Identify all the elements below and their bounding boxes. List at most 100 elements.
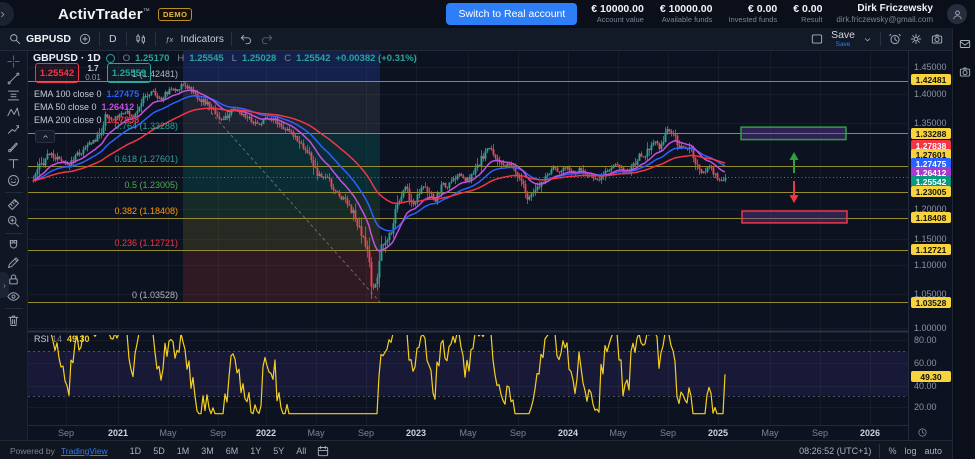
xabcd-pattern-tool[interactable] bbox=[2, 104, 26, 121]
chart-type-candles-icon[interactable] bbox=[134, 32, 148, 46]
price-badge: 1.33288 bbox=[911, 128, 951, 139]
range-6m-button[interactable]: 6M bbox=[222, 444, 243, 458]
user-email: dirk.friczewsky@gmail.com bbox=[836, 15, 933, 25]
time-axis-label: 2022 bbox=[256, 428, 276, 438]
open-value: 1.25170 bbox=[135, 53, 169, 64]
range-1y-button[interactable]: 1Y bbox=[246, 444, 265, 458]
envelope-icon[interactable] bbox=[958, 37, 972, 51]
open-label: O bbox=[123, 53, 130, 64]
fib-level-label: 0 (1.03528) bbox=[28, 290, 178, 300]
fib-retracement-tool[interactable] bbox=[2, 87, 26, 104]
time-axis[interactable]: Sep2021MaySep2022MaySep2023MaySep2024May… bbox=[28, 425, 908, 441]
price-axis-label: 20.00 bbox=[914, 402, 937, 412]
powered-by-label: Powered by bbox=[10, 446, 55, 456]
low-value: 1.25028 bbox=[242, 53, 276, 64]
trend-line-tool[interactable] bbox=[2, 70, 26, 87]
time-axis-label: May bbox=[459, 428, 476, 438]
symbol-label: GBPUSD bbox=[26, 33, 71, 45]
fx-icon: ƒx bbox=[163, 32, 177, 46]
order-widget: 1.25542 1.7 0.01 1.25559 bbox=[35, 63, 151, 83]
range-3m-button[interactable]: 3M bbox=[197, 444, 218, 458]
drawing-mode-tool[interactable] bbox=[2, 254, 26, 271]
top-header: ActivTrader™ DEMO Switch to Real account… bbox=[0, 0, 975, 28]
alert-clock-icon[interactable] bbox=[888, 32, 902, 46]
tradingview-link[interactable]: TradingView bbox=[61, 446, 108, 456]
measure-tool[interactable] bbox=[2, 196, 26, 213]
legend-collapse-button[interactable] bbox=[35, 130, 55, 143]
close-label: C bbox=[284, 53, 291, 64]
fib-level-label: 0.5 (1.23005) bbox=[28, 180, 178, 190]
high-value: 1.25545 bbox=[189, 53, 223, 64]
undo-icon[interactable] bbox=[239, 32, 253, 46]
app-logo: ActivTrader™ bbox=[58, 6, 150, 23]
price-axis-label: 1.45000 bbox=[914, 62, 947, 72]
layout-icon[interactable] bbox=[810, 32, 824, 46]
range-1d-button[interactable]: 1D bbox=[126, 444, 146, 458]
symbol-search[interactable]: GBPUSD bbox=[8, 32, 71, 46]
chart-toolbar: GBPUSD D ƒx Indicators Save Save bbox=[0, 28, 952, 51]
go-to-date-calendar-icon[interactable] bbox=[316, 444, 330, 458]
compare-add-icon[interactable] bbox=[78, 32, 92, 46]
fib-level-label: 0.236 (1.12721) bbox=[28, 238, 178, 248]
chevron-right-icon bbox=[0, 9, 8, 20]
range-5d-button[interactable]: 5D bbox=[149, 444, 169, 458]
fib-level-label: 0.382 (1.18408) bbox=[28, 206, 178, 216]
range-buttons: 1D5D 1M3M 6M1Y 5Y All bbox=[126, 444, 311, 458]
buy-button[interactable]: 1.25559 bbox=[107, 63, 151, 83]
emoji-tool[interactable] bbox=[2, 172, 26, 189]
news-camera-icon[interactable] bbox=[958, 65, 972, 79]
price-axis-label: 1.00000 bbox=[914, 323, 947, 333]
redo-icon[interactable] bbox=[260, 32, 274, 46]
interval-button[interactable]: D bbox=[107, 33, 119, 45]
snapshot-camera-icon[interactable] bbox=[930, 32, 944, 46]
time-axis-label: May bbox=[761, 428, 778, 438]
left-panel-collapse-handle[interactable]: › bbox=[0, 272, 9, 298]
time-axis-label: 2023 bbox=[406, 428, 426, 438]
brush-tool[interactable] bbox=[2, 138, 26, 155]
price-badge: 1.03528 bbox=[911, 297, 951, 308]
percent-scale-toggle[interactable]: % bbox=[888, 446, 896, 456]
change-value: +0.00382 (+0.31%) bbox=[336, 53, 417, 64]
price-axis-label: 40.00 bbox=[914, 381, 937, 391]
time-axis-label: May bbox=[159, 428, 176, 438]
price-axis-label: 1.10000 bbox=[914, 260, 947, 270]
text-tool[interactable] bbox=[2, 155, 26, 172]
price-scale[interactable]: 1.450001.400001.350001.200001.150001.100… bbox=[908, 50, 953, 440]
price-axis-label: 1.35000 bbox=[914, 118, 947, 128]
search-icon bbox=[8, 32, 22, 46]
save-menu-caret-icon[interactable] bbox=[862, 34, 873, 45]
auto-scale-toggle[interactable]: auto bbox=[924, 446, 942, 456]
time-axis-label: 2025 bbox=[708, 428, 728, 438]
magnet-tool[interactable] bbox=[2, 237, 26, 254]
rsi-legend: RSI1449.30 bbox=[34, 334, 90, 344]
settings-gear-icon[interactable] bbox=[909, 32, 923, 46]
crosshair-tool[interactable] bbox=[2, 53, 26, 70]
chart-area[interactable]: GBPUSD · 1D O1.25170 H1.25545 L1.25028 C… bbox=[28, 50, 908, 440]
user-icon bbox=[951, 8, 964, 21]
sell-button[interactable]: 1.25542 bbox=[35, 63, 79, 83]
range-1m-button[interactable]: 1M bbox=[173, 444, 194, 458]
range-all-button[interactable]: All bbox=[292, 444, 310, 458]
time-axis-label: Sep bbox=[812, 428, 828, 438]
log-scale-toggle[interactable]: log bbox=[904, 446, 916, 456]
zoom-in-tool[interactable] bbox=[2, 213, 26, 230]
timezone-clock-icon[interactable] bbox=[917, 427, 928, 438]
save-button[interactable]: Save Save bbox=[831, 30, 855, 48]
session-clock[interactable]: 08:26:52 (UTC+1) bbox=[799, 446, 871, 456]
drawing-toolbar bbox=[0, 51, 28, 440]
switch-to-real-account-button[interactable]: Switch to Real account bbox=[446, 3, 577, 25]
ema-50-legend: EMA 50 close 01.26412 bbox=[34, 102, 134, 112]
forecast-tool[interactable] bbox=[2, 121, 26, 138]
spread-info: 1.7 0.01 bbox=[82, 63, 104, 83]
account-stats: € 10000.00Account value € 10000.00Availa… bbox=[591, 4, 822, 24]
chevron-up-icon bbox=[40, 131, 51, 142]
indicators-button[interactable]: ƒx Indicators bbox=[163, 32, 224, 46]
stat-account-value: € 10000.00Account value bbox=[591, 4, 644, 24]
expand-panel-button[interactable] bbox=[0, 2, 14, 26]
remove-drawings-tool[interactable] bbox=[2, 312, 26, 329]
time-axis-label: May bbox=[307, 428, 324, 438]
avatar[interactable] bbox=[947, 4, 967, 24]
fib-level-label: 0.618 (1.27601) bbox=[28, 154, 178, 164]
price-axis-label: 80.00 bbox=[914, 335, 937, 345]
range-5y-button[interactable]: 5Y bbox=[269, 444, 288, 458]
